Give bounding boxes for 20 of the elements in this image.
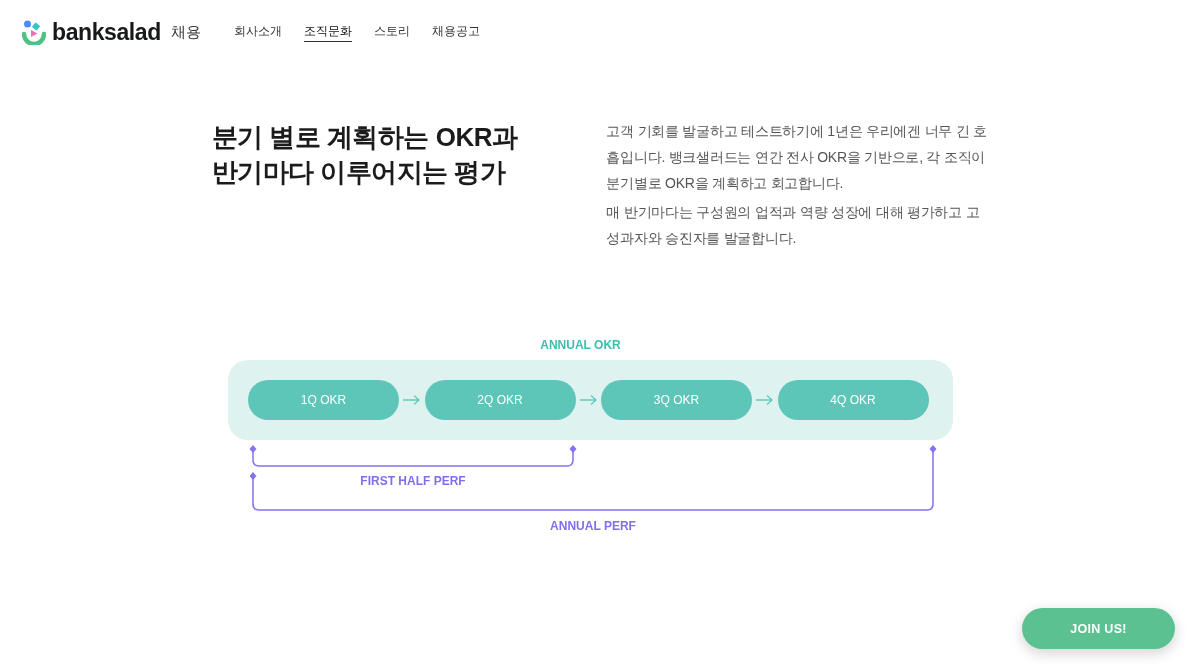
description-paragraph: 고객 기회를 발굴하고 테스트하기에 1년은 우리에겐 너무 긴 호흡입니다. 뱅크샐러드는 연간 전사 OKR을 기반으로, 각 조직이 분기별로 OKR을 계획하고 회고합니다. <box>606 122 988 193</box>
nav-link[interactable]: 조직문화 <box>303 22 352 42</box>
quarter-pill: 2Q OKR <box>424 380 576 420</box>
bracket-label: FIRST HALF PERF <box>360 473 466 489</box>
logo-wordmark[interactable]: banksalad <box>52 20 161 44</box>
arrow-icon <box>579 395 597 405</box>
quarter-pill: 1Q OKR <box>248 380 399 420</box>
logo-suffix: 채용 <box>170 22 201 42</box>
quarter-pill: 3Q OKR <box>601 380 752 420</box>
nav-link[interactable]: 스토리 <box>373 22 410 42</box>
arrow-icon <box>756 395 774 405</box>
nav-link[interactable]: 회사소개 <box>233 22 282 42</box>
logo-icon[interactable] <box>22 19 46 45</box>
nav-link[interactable]: 채용공고 <box>431 22 480 42</box>
bracket-label: ANNUAL PERF <box>550 518 636 534</box>
quarter-pill: 4Q OKR <box>777 380 929 420</box>
arrow-icon <box>403 395 421 405</box>
description-paragraph: 매 반기마다는 구성원의 업적과 역량 성장에 대해 평가하고 고성과자와 승진자를 발굴합니다. <box>606 203 981 248</box>
diagram-heading: ANNUAL OKR <box>540 337 621 353</box>
section-title: 분기 별로 계획하는 OKR과 반기마다 이루어지는 평가 <box>211 121 519 189</box>
